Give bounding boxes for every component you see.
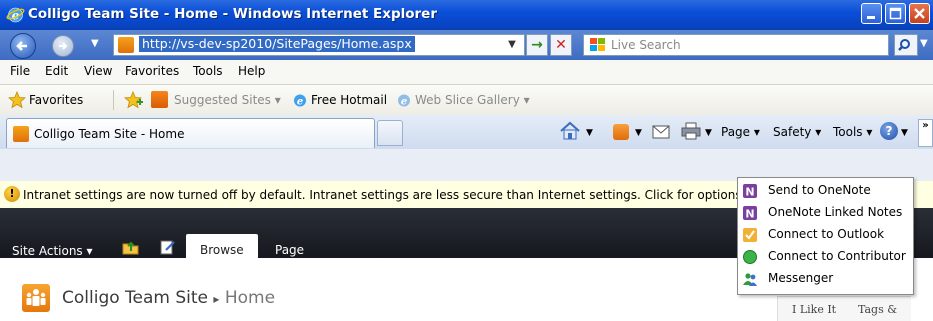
go-button[interactable]: →: [526, 34, 548, 56]
print-icon[interactable]: [681, 122, 701, 140]
add-to-favorites-icon[interactable]: [124, 91, 144, 109]
menu-help[interactable]: Help: [238, 64, 265, 78]
free-hotmail-link[interactable]: Free Hotmail: [311, 93, 387, 107]
maximize-button[interactable]: [885, 3, 906, 24]
menu-view[interactable]: View: [84, 64, 112, 78]
suggested-sites-icon: [151, 91, 168, 108]
internet-explorer-icon: e: [294, 94, 306, 108]
minimize-button[interactable]: [861, 3, 882, 24]
menu-item-send-to-onenote[interactable]: N Send to OneNote: [742, 180, 912, 202]
separator: [113, 90, 114, 110]
internet-explorer-icon: e: [398, 94, 410, 108]
site-logo[interactable]: [22, 284, 50, 312]
web-slice-gallery-link[interactable]: Web Slice Gallery ▾: [415, 93, 530, 107]
svg-text:N: N: [745, 186, 754, 199]
menu-item-label: Send to OneNote: [768, 183, 871, 197]
outlook-icon: [743, 228, 757, 242]
page-menu[interactable]: Page ▾: [721, 125, 760, 139]
svg-text:e: e: [401, 97, 407, 108]
internet-explorer-icon: e: [6, 7, 25, 23]
minimize-icon: [867, 16, 875, 19]
close-icon: [914, 8, 925, 19]
feeds-icon[interactable]: [613, 124, 629, 140]
i-like-it-button[interactable]: I Like It: [792, 303, 836, 316]
back-button[interactable]: [10, 33, 36, 59]
address-dropdown-icon[interactable]: ▼: [502, 35, 522, 55]
magnifier-icon: [898, 39, 910, 51]
favorites-star-icon: [8, 91, 26, 109]
suggested-sites-link[interactable]: Suggested Sites ▾: [174, 93, 281, 107]
help-icon[interactable]: ?: [880, 122, 898, 140]
tags-notes-button[interactable]: Tags &: [858, 303, 897, 316]
breadcrumb-separator-icon: ▸: [213, 292, 220, 306]
svg-text:N: N: [745, 208, 754, 221]
menu-edit[interactable]: Edit: [45, 64, 68, 78]
recent-pages-dropdown[interactable]: ▼: [91, 38, 99, 49]
home-dropdown-icon[interactable]: ▼: [586, 128, 593, 138]
home-icon[interactable]: [559, 121, 581, 141]
menu-favorites[interactable]: Favorites: [125, 64, 179, 78]
menu-item-label: Connect to Outlook: [768, 227, 885, 241]
menu-tools[interactable]: Tools: [193, 64, 223, 78]
print-dropdown-icon[interactable]: ▼: [705, 128, 712, 138]
menu-item-messenger[interactable]: Messenger: [742, 268, 912, 290]
contributor-icon: [743, 250, 757, 264]
menu-item-label: OneNote Linked Notes: [768, 205, 903, 219]
go-arrow-icon: →: [531, 37, 543, 53]
safety-menu[interactable]: Safety ▾: [773, 125, 821, 139]
menu-item-label: Messenger: [768, 271, 834, 285]
tab-label: Colligo Team Site - Home: [34, 127, 185, 141]
shield-warning-icon: !: [4, 186, 20, 202]
svg-text:e: e: [297, 97, 303, 108]
window-title: Colligo Team Site - Home - Windows Inter…: [28, 6, 437, 22]
search-button[interactable]: [894, 34, 918, 56]
stop-icon: ✕: [555, 37, 567, 53]
sharepoint-page-icon: [118, 37, 134, 53]
menu-item-connect-to-outlook[interactable]: Connect to Outlook: [742, 224, 912, 246]
live-search-icon: [590, 38, 605, 51]
search-dropdown-icon[interactable]: ▼: [920, 38, 928, 49]
site-name-link[interactable]: Colligo Team Site: [62, 288, 208, 308]
information-bar-text[interactable]: Intranet settings are now turned off by …: [23, 188, 753, 202]
help-dropdown-icon[interactable]: ▼: [901, 128, 908, 138]
page-name: Home: [224, 288, 276, 308]
site-actions-menu[interactable]: Site Actions ▾: [12, 244, 93, 258]
maximize-icon: [889, 7, 902, 20]
onenote-icon: N: [743, 206, 757, 221]
onenote-icon: N: [743, 184, 757, 199]
menu-item-connect-to-contributor[interactable]: Connect to Contributor: [742, 246, 912, 268]
feeds-dropdown-icon[interactable]: ▼: [635, 128, 642, 138]
mail-icon[interactable]: [652, 125, 670, 139]
new-tab-button[interactable]: [377, 120, 403, 146]
messenger-icon: [743, 273, 757, 286]
menu-item-onenote-linked-notes[interactable]: N OneNote Linked Notes: [742, 202, 912, 224]
back-arrow-icon: [16, 41, 27, 51]
forward-button[interactable]: [52, 35, 74, 57]
breadcrumb: Colligo Team Site ▸ Home: [62, 288, 275, 308]
edit-page-icon[interactable]: [160, 239, 176, 255]
tools-menu[interactable]: Tools ▾: [833, 125, 872, 139]
people-icon: [26, 289, 46, 306]
menu-file[interactable]: File: [10, 64, 30, 78]
more-commands-chevron-icon[interactable]: »: [918, 119, 933, 147]
navigate-up-icon[interactable]: [122, 239, 139, 255]
close-button[interactable]: [909, 3, 930, 24]
menu-item-label: Connect to Contributor: [768, 249, 906, 263]
tab-browse-label: Browse: [200, 243, 244, 257]
address-url[interactable]: http://vs-dev-sp2010/SitePages/Home.aspx: [139, 36, 415, 52]
forward-arrow-icon: [59, 42, 68, 50]
tab-page[interactable]: Page: [275, 243, 304, 257]
favorites-button[interactable]: Favorites: [29, 93, 83, 107]
search-placeholder: Live Search: [611, 38, 681, 52]
sharepoint-page-icon: [13, 126, 29, 142]
stop-button[interactable]: ✕: [550, 34, 572, 56]
